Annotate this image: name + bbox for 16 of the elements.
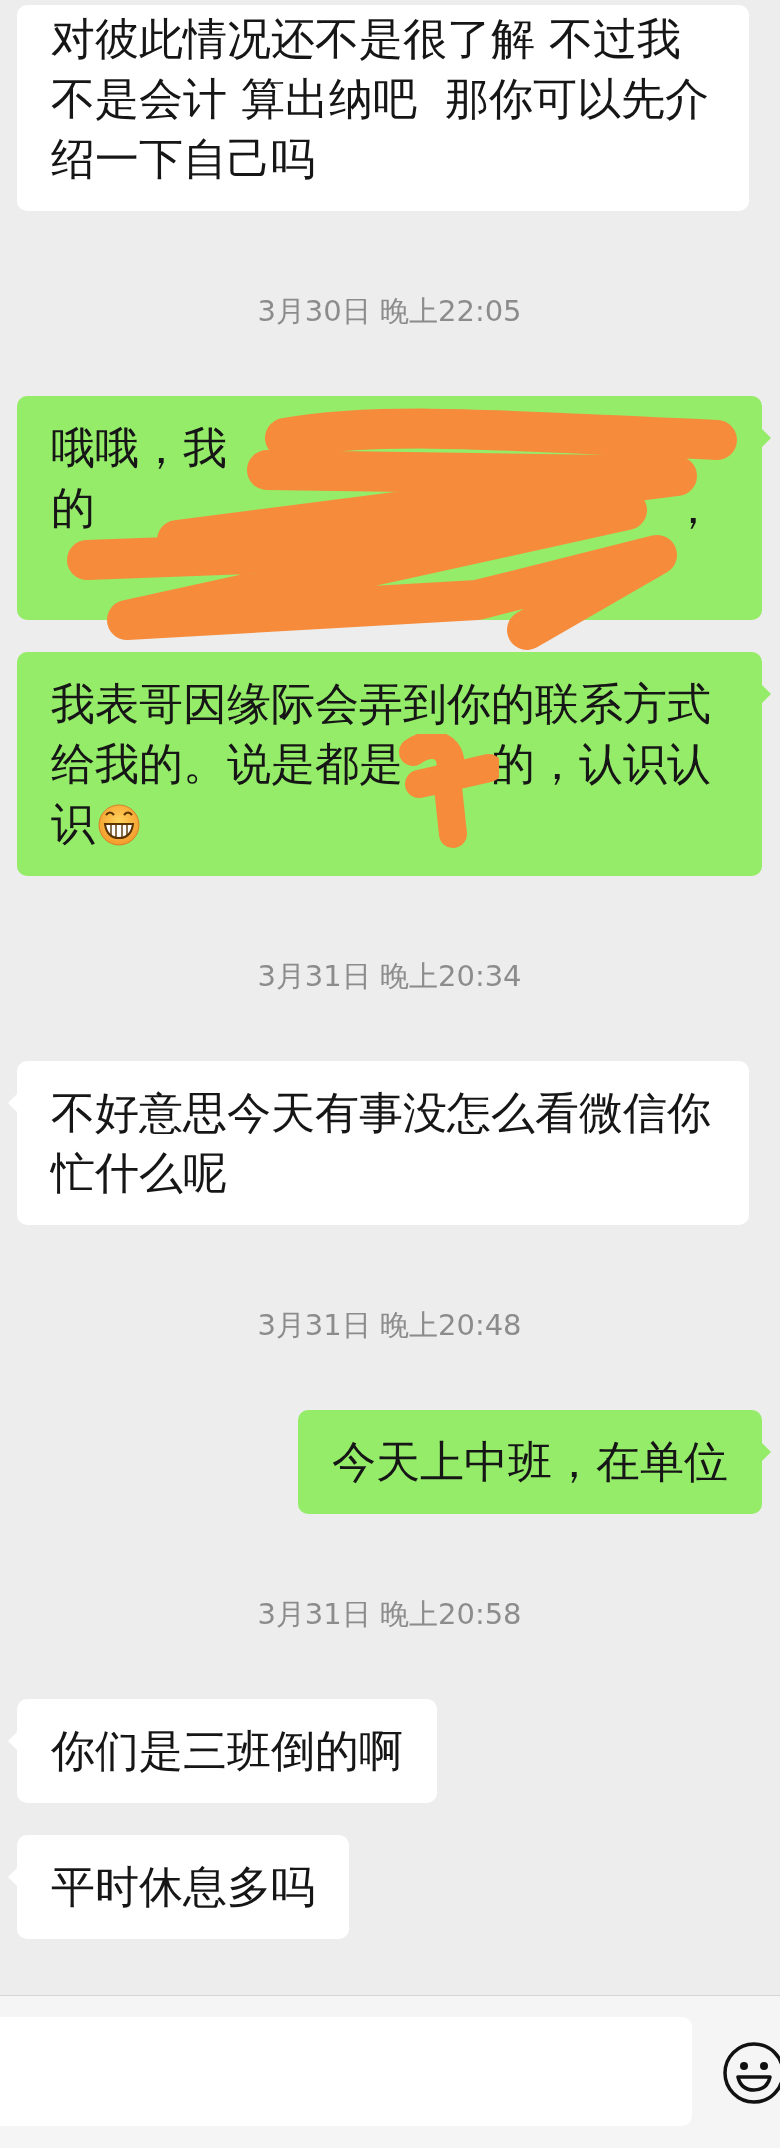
smiley-icon[interactable] [722, 2041, 780, 2105]
message-text: 识 [51, 797, 95, 851]
message-text: 对彼此情况还不是很了解 不过我不是会计 算出纳吧 那你可以先介绍一下自己吗 [51, 12, 710, 186]
message-text: 的 [51, 481, 95, 535]
message-text: ， [671, 481, 716, 535]
timestamp: 3月31日 晚上20:58 [257, 1596, 522, 1633]
message-text: 今天上中班，在单位 [332, 1435, 728, 1489]
message-text: 给我的。说是都是 [51, 737, 403, 791]
message-text: 我表哥因缘际会弄到你的联系方式 [51, 677, 711, 731]
message-text: 哦哦，我 [51, 421, 227, 475]
timestamp: 3月30日 晚上22:05 [257, 293, 522, 330]
timestamp: 3月31日 晚上20:34 [257, 958, 522, 995]
message-text: 平时休息多吗 [51, 1860, 315, 1914]
message-text: 你们是三班倒的啊 [51, 1724, 403, 1778]
message-text: 不好意思今天有事没怎么看微信你忙什么呢 [51, 1086, 712, 1200]
timestamp: 3月31日 晚上20:48 [257, 1307, 522, 1344]
